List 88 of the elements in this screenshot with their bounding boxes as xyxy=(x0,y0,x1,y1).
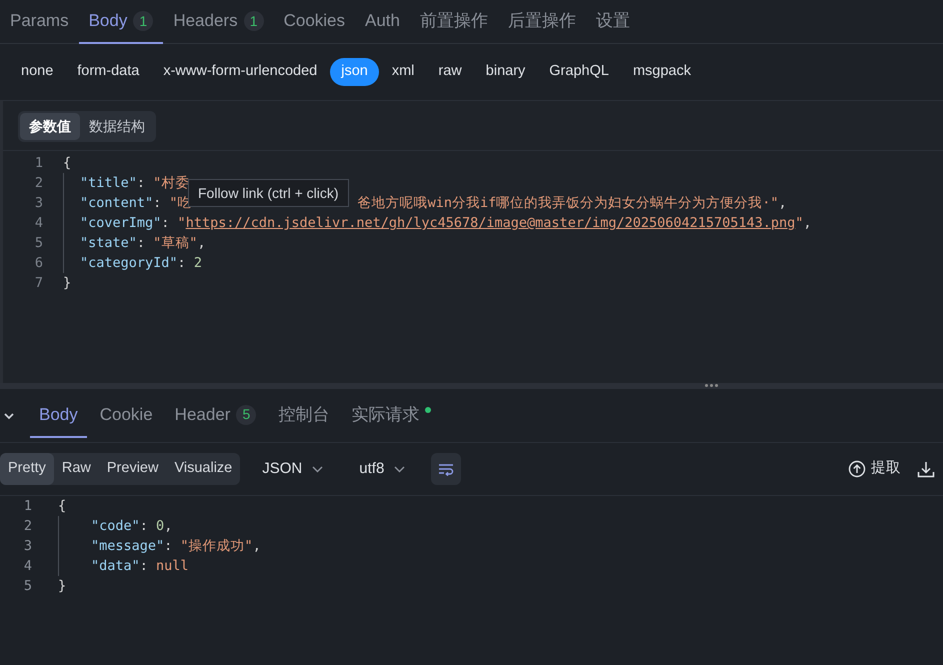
body-type-option[interactable]: raw xyxy=(427,58,473,86)
line-number: 5 xyxy=(34,234,43,253)
code-token: "state" xyxy=(80,235,137,251)
tab[interactable]: Cookie xyxy=(90,394,162,438)
extract-button[interactable]: 提取 xyxy=(842,457,907,481)
code-token: : xyxy=(178,255,187,271)
code-token: "content" xyxy=(80,195,154,211)
code-token: : xyxy=(136,175,146,191)
line-number: 3 xyxy=(22,537,32,556)
code-token: "data" xyxy=(91,558,140,574)
body-type-option[interactable]: binary xyxy=(474,58,536,86)
code-token: 0 xyxy=(156,518,164,534)
body-type-option[interactable]: xml xyxy=(380,58,426,86)
tab[interactable]: 实际请求 xyxy=(342,394,440,438)
tab[interactable]: Body 1 xyxy=(78,0,164,44)
code-token: : xyxy=(153,195,162,211)
code-token: : xyxy=(161,215,170,231)
code-token: null xyxy=(156,558,189,574)
wrap-lines-icon xyxy=(438,462,454,476)
body-type-option[interactable]: msgpack xyxy=(622,58,702,86)
code-token: : xyxy=(140,518,149,534)
tab[interactable]: Headers 1 xyxy=(163,0,274,44)
count-badge: 1 xyxy=(244,11,264,31)
encoding-select[interactable]: utf8 xyxy=(351,454,414,484)
view-mode-tab[interactable]: Pretty xyxy=(0,453,54,485)
view-mode-tab[interactable]: Preview xyxy=(98,453,166,485)
code-token: , xyxy=(252,538,261,554)
code-token: } xyxy=(58,578,66,594)
code-token: 爸地方呢哦win分我if哪位的我弄饭分为妇女分蜗牛分为方便分我·" xyxy=(358,195,779,211)
code-token: "categoryId" xyxy=(80,255,178,271)
code-token: "code" xyxy=(91,518,140,534)
code-link[interactable]: https://cdn.jsdelivr.net/gh/lyc45678/image@master/img/20250604215705143.png xyxy=(186,215,796,231)
caret-icon xyxy=(394,466,406,472)
view-mode-tab[interactable]: Raw xyxy=(54,453,99,485)
line-number: 2 xyxy=(34,174,43,193)
body-type-option[interactable]: x-www-form-urlencoded xyxy=(152,58,328,86)
code-token: "coverImg" xyxy=(80,215,162,231)
tab[interactable]: 后置操作 xyxy=(498,0,586,44)
line-number: 4 xyxy=(22,557,32,576)
line-number: 3 xyxy=(34,194,43,213)
code-token: "操作成功" xyxy=(180,538,253,554)
body-type-option[interactable]: GraphQL xyxy=(538,58,620,86)
code-token: "村委 xyxy=(153,175,190,191)
line-number: 1 xyxy=(22,497,32,516)
count-badge: 5 xyxy=(236,404,256,424)
view-mode-tab[interactable]: Visualize xyxy=(166,453,240,485)
tab[interactable]: 设置 xyxy=(586,0,640,44)
tooltip-hint: (ctrl + click) xyxy=(267,184,339,203)
code-token: { xyxy=(63,155,72,171)
tab[interactable]: Header 5 xyxy=(166,394,266,438)
code-token: } xyxy=(63,275,72,291)
count-badge: 1 xyxy=(133,11,154,31)
code-token: "message" xyxy=(91,538,164,554)
tab[interactable]: Cookies xyxy=(274,0,356,44)
code-token: , xyxy=(164,518,172,534)
code-token: " xyxy=(795,215,804,231)
tab[interactable]: Params xyxy=(0,0,79,44)
code-token: "草稿" xyxy=(153,235,198,251)
upload-circle-icon xyxy=(848,460,866,478)
code-token: : xyxy=(140,558,149,574)
segment-tab[interactable]: 数据结构 xyxy=(80,113,154,140)
code-token: "title" xyxy=(80,175,137,191)
tab[interactable]: 控制台 xyxy=(269,394,338,438)
tab[interactable]: 前置操作 xyxy=(410,0,498,44)
code-token: : xyxy=(164,538,174,554)
segment-tab[interactable]: 参数值 xyxy=(20,113,80,140)
word-wrap-button[interactable] xyxy=(431,453,462,485)
body-type-option[interactable]: form-data xyxy=(66,58,150,86)
resize-handle-icon[interactable] xyxy=(704,383,719,388)
line-number: 7 xyxy=(34,274,43,293)
line-number: 4 xyxy=(34,214,43,233)
code-token: { xyxy=(58,498,66,514)
follow-link[interactable]: Follow link xyxy=(198,182,264,204)
tab[interactable]: Auth xyxy=(355,0,410,44)
tab[interactable]: Body xyxy=(30,394,87,438)
body-type-option[interactable]: none xyxy=(10,58,64,86)
code-token: , xyxy=(778,195,787,211)
code-token: : xyxy=(136,235,146,251)
caret-icon xyxy=(312,466,324,472)
code-token: " xyxy=(178,215,186,231)
code-token: , xyxy=(197,235,206,251)
line-number: 1 xyxy=(34,154,43,173)
line-number: 5 xyxy=(22,577,32,596)
line-number: 2 xyxy=(22,517,32,536)
format-select[interactable]: JSON xyxy=(254,454,332,484)
code-token: , xyxy=(803,215,812,231)
code-token: 2 xyxy=(194,255,202,271)
line-number: 6 xyxy=(34,254,43,273)
